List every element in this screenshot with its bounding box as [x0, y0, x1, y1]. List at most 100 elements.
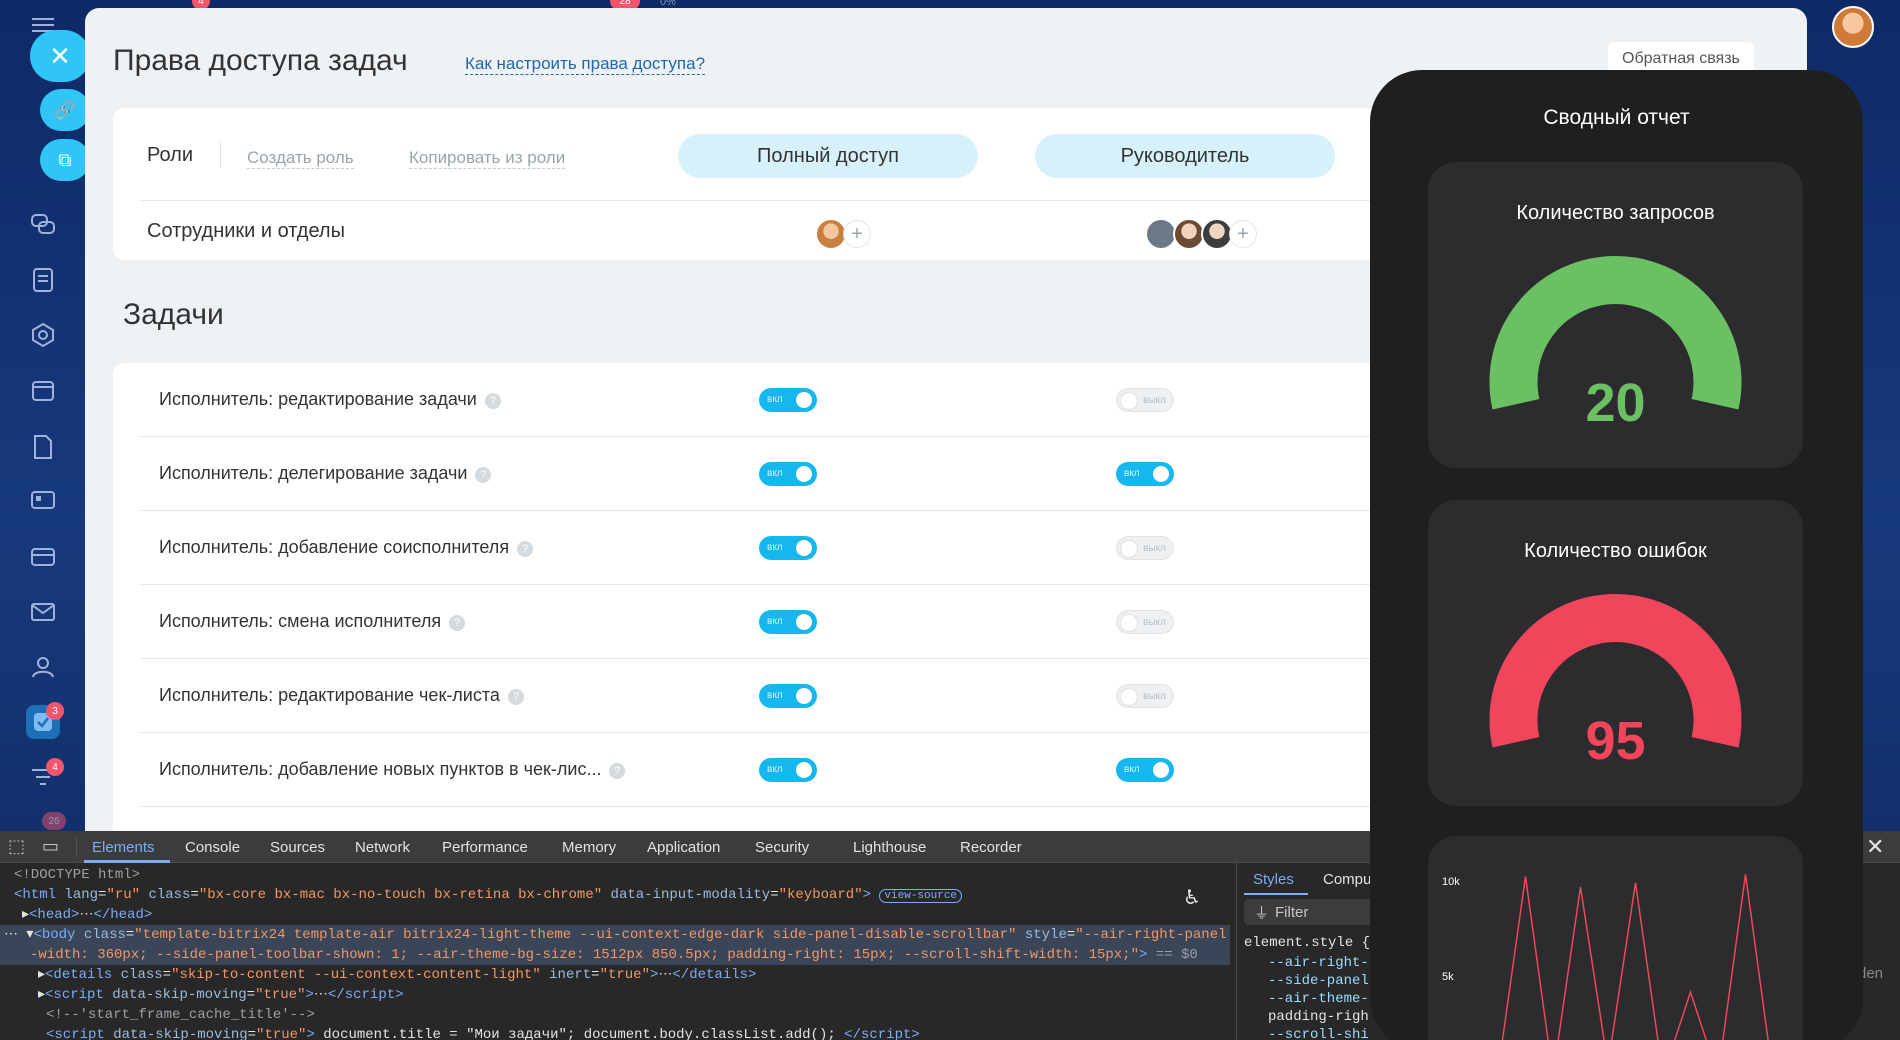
tab-computed[interactable]: Compu	[1323, 871, 1371, 888]
toggle-knob	[1121, 615, 1137, 631]
help-icon[interactable]: ?	[517, 541, 534, 557]
permission-label-text: Исполнитель: добавление соисполнителя	[159, 537, 510, 557]
permission-label: Исполнитель: редактирование задачи?	[159, 389, 501, 410]
mail-icon[interactable]	[26, 595, 60, 629]
elements-tree: <!DOCTYPE html> <html lang="ru" class="b…	[0, 865, 1230, 1040]
toggle-text: выкл	[1143, 395, 1166, 406]
tab-lighthouse[interactable]: Lighthouse	[853, 839, 926, 856]
copy-link-button[interactable]: 🔗	[40, 89, 90, 131]
tab-console[interactable]: Console	[185, 839, 240, 856]
toggle-manager[interactable]: вкл	[1116, 462, 1174, 486]
toggle-knob	[1121, 393, 1137, 409]
help-icon[interactable]: ?	[484, 393, 501, 409]
line-chart-card: 10k 5k	[1428, 836, 1803, 1040]
toggle-manager[interactable]: выкл	[1116, 610, 1174, 634]
code-line[interactable]: ▸<script data-skip-moving="true">⋯</scri…	[38, 985, 404, 1005]
filter-icon: ⏚	[1254, 904, 1270, 922]
code-line[interactable]: <script data-skip-moving="true"> documen…	[46, 1025, 920, 1040]
line-chart	[1501, 874, 1769, 1040]
code-line-selected[interactable]: ⋯ ▾<body class="template-bitrix24 templa…	[0, 925, 1230, 945]
code-line[interactable]: ▸<head>⋯</head>	[22, 905, 152, 925]
toggle-full[interactable]: вкл	[759, 610, 817, 634]
add-member-button[interactable]: +	[1229, 220, 1257, 248]
tab-security[interactable]: Security	[755, 839, 809, 856]
open-new-window-button[interactable]: ⧉	[40, 139, 90, 181]
gauge-value: 95	[1585, 711, 1646, 771]
inspect-icon[interactable]: ⬚	[8, 836, 25, 857]
tab-elements[interactable]: Elements	[92, 839, 155, 856]
gauge-value: 20	[1585, 373, 1646, 433]
toggle-text: вкл	[767, 542, 783, 553]
permission-label: Исполнитель: смена исполнителя?	[159, 611, 466, 632]
toggle-manager[interactable]: выкл	[1116, 536, 1174, 560]
roles-label: Роли	[147, 144, 193, 166]
help-icon[interactable]: ?	[507, 689, 524, 705]
filter-badge: 4	[46, 758, 64, 776]
permission-label-text: Исполнитель: добавление новых пунктов в …	[159, 759, 602, 779]
calendar-icon[interactable]	[26, 373, 60, 407]
tab-performance[interactable]: Performance	[442, 839, 528, 856]
summary-report-card: Сводный отчет Количество запросов 20 Кол…	[1370, 70, 1863, 1040]
add-member-button[interactable]: +	[843, 220, 871, 248]
close-devtools-icon[interactable]: ✕	[1866, 835, 1884, 860]
permission-label-text: Исполнитель: редактирование задачи	[159, 389, 477, 409]
chat-icon[interactable]	[26, 208, 60, 242]
create-role-link[interactable]: Создать роль	[247, 148, 354, 169]
style-prop: --air-theme-	[1268, 991, 1369, 1007]
code-line[interactable]: <!--'start_frame_cache_title'-->	[46, 1005, 315, 1025]
style-selector: element.style {	[1244, 935, 1371, 951]
permission-label: Исполнитель: делегирование задачи?	[159, 463, 492, 484]
feed-icon[interactable]	[26, 263, 60, 297]
left-sidebar: ✕ 🔗 ⧉ 3 4 26	[0, 0, 90, 840]
copy-role-link[interactable]: Копировать из роли	[409, 148, 566, 169]
help-link[interactable]: Как настроить права доступа?	[465, 54, 706, 75]
styles-filter-input[interactable]: ⏚ Filter	[1244, 899, 1374, 925]
tab-application[interactable]: Application	[647, 839, 720, 856]
tab-sources[interactable]: Sources	[270, 839, 325, 856]
card-icon[interactable]	[26, 540, 60, 574]
page-title: Права доступа задач	[113, 44, 408, 77]
style-prop: --side-panel-	[1268, 973, 1378, 989]
toggle-knob	[1153, 466, 1169, 482]
code-line[interactable]: <html lang="ru" class="bx-core bx-mac bx…	[14, 885, 963, 906]
close-icon: ✕	[49, 40, 71, 71]
toggle-full[interactable]: вкл	[759, 758, 817, 782]
role-manager[interactable]: Руководитель	[1035, 134, 1335, 178]
code-line[interactable]: ▸<details class="skip-to-content --ui-co…	[38, 965, 756, 985]
toggle-full[interactable]: вкл	[759, 536, 817, 560]
style-prop: --air-right-p	[1268, 955, 1378, 971]
toggle-full[interactable]: вкл	[759, 388, 817, 412]
toggle-text: вкл	[767, 764, 783, 775]
toggle-knob	[796, 762, 812, 778]
help-icon[interactable]: ?	[475, 467, 492, 483]
tab-network[interactable]: Network	[355, 839, 410, 856]
user-avatar[interactable]	[1832, 6, 1874, 48]
toggle-full[interactable]: вкл	[759, 684, 817, 708]
toggle-manager[interactable]: выкл	[1116, 388, 1174, 412]
permission-label-text: Исполнитель: смена исполнителя	[159, 611, 442, 631]
toggle-manager[interactable]: вкл	[1116, 758, 1174, 782]
toggle-knob	[796, 466, 812, 482]
close-slider-button[interactable]: ✕	[30, 30, 90, 82]
help-icon[interactable]: ?	[449, 615, 466, 631]
board-icon[interactable]	[26, 485, 60, 519]
style-prop: padding-righ	[1268, 1009, 1369, 1025]
tab-memory[interactable]: Memory	[562, 839, 616, 856]
series-line	[1501, 874, 1769, 1040]
help-icon[interactable]: ?	[609, 763, 626, 779]
divider	[1236, 863, 1237, 1040]
document-icon[interactable]	[26, 430, 60, 464]
role-full-access[interactable]: Полный доступ	[678, 134, 978, 178]
tab-styles[interactable]: Styles	[1253, 871, 1294, 888]
code-line-selected[interactable]: -width: 360px; --side-panel-toolbar-show…	[0, 945, 1230, 965]
device-toggle-icon[interactable]: ▭	[42, 836, 59, 857]
toggle-knob	[1121, 689, 1137, 705]
tab-recorder[interactable]: Recorder	[960, 839, 1022, 856]
code-line[interactable]: <!DOCTYPE html>	[14, 865, 140, 885]
link-icon: 🔗	[53, 99, 77, 120]
contacts-icon[interactable]	[26, 650, 60, 684]
toggle-full[interactable]: вкл	[759, 462, 817, 486]
accessibility-icon[interactable]: ♿	[1183, 885, 1201, 909]
toggle-manager[interactable]: выкл	[1116, 684, 1174, 708]
hexagon-icon[interactable]	[26, 318, 60, 352]
